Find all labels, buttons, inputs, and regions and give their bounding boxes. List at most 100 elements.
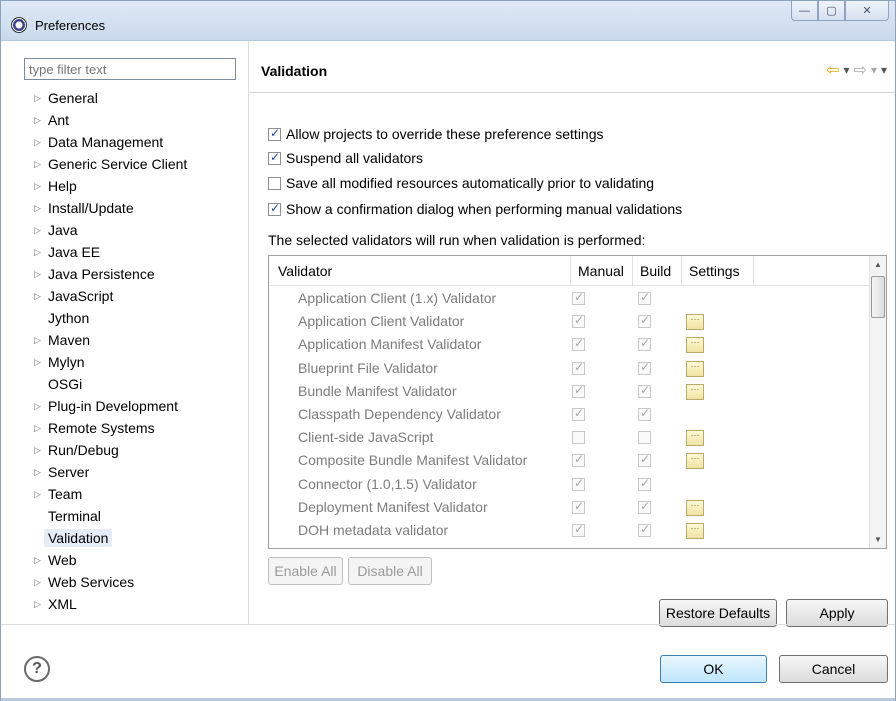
build-checkbox[interactable] bbox=[638, 336, 651, 352]
expand-arrow-icon[interactable]: ▷ bbox=[34, 445, 48, 456]
back-menu-chevron-down-icon[interactable]: ▾ bbox=[844, 63, 850, 77]
close-button[interactable]: ✕ bbox=[845, 1, 889, 21]
tree-item-remote-systems[interactable]: ▷ Remote Systems bbox=[34, 417, 246, 439]
build-checkbox[interactable] bbox=[638, 476, 651, 491]
column-header-build[interactable]: Build bbox=[640, 263, 671, 279]
expand-arrow-icon[interactable]: ▷ bbox=[34, 291, 48, 302]
table-row[interactable]: Application Client Validator ··· bbox=[269, 310, 871, 333]
build-checkbox[interactable] bbox=[638, 522, 651, 537]
expand-arrow-icon[interactable]: ▷ bbox=[34, 423, 48, 434]
expand-arrow-icon[interactable]: ▷ bbox=[34, 203, 48, 214]
restore-defaults-button[interactable]: Restore Defaults bbox=[659, 599, 777, 627]
filter-input[interactable] bbox=[24, 58, 236, 80]
tree-item-java-persistence[interactable]: ▷ Java Persistence bbox=[34, 263, 246, 285]
tree-item-team[interactable]: ▷ Team bbox=[34, 483, 246, 505]
option-checkbox[interactable] bbox=[268, 126, 281, 141]
manual-checkbox[interactable] bbox=[572, 476, 585, 491]
minimize-button[interactable]: — bbox=[791, 1, 818, 21]
settings-button[interactable]: ··· bbox=[686, 314, 704, 331]
build-checkbox[interactable] bbox=[638, 499, 651, 514]
expand-arrow-icon[interactable]: ▷ bbox=[34, 247, 48, 258]
expand-arrow-icon[interactable]: ▷ bbox=[34, 577, 48, 588]
back-arrow-icon[interactable]: ⇦ bbox=[826, 60, 839, 80]
expand-arrow-icon[interactable]: ▷ bbox=[34, 335, 48, 346]
tree-item-data-management[interactable]: ▷ Data Management bbox=[34, 131, 246, 153]
disable-all-button[interactable]: Disable All bbox=[348, 557, 432, 585]
table-row[interactable]: Composite Bundle Manifest Validator ··· bbox=[269, 449, 871, 472]
tree-item-run-debug[interactable]: ▷ Run/Debug bbox=[34, 439, 246, 461]
expand-arrow-icon[interactable]: ▷ bbox=[34, 555, 48, 566]
scroll-up-icon[interactable]: ▲ bbox=[870, 256, 886, 273]
tree-item-help[interactable]: ▷ Help bbox=[34, 175, 246, 197]
table-row[interactable]: Client-side JavaScript ··· bbox=[269, 426, 871, 449]
manual-checkbox[interactable] bbox=[572, 383, 585, 398]
option-3[interactable]: Save all modified resources automaticall… bbox=[268, 175, 654, 191]
settings-button[interactable]: ··· bbox=[686, 337, 704, 354]
expand-arrow-icon[interactable]: ▷ bbox=[34, 401, 48, 412]
tree-item-install-update[interactable]: ▷ Install/Update bbox=[34, 197, 246, 219]
scroll-thumb[interactable] bbox=[871, 276, 885, 318]
settings-button[interactable]: ··· bbox=[686, 522, 704, 539]
table-row[interactable]: Classpath Dependency Validator bbox=[269, 403, 871, 426]
expand-arrow-icon[interactable]: ▷ bbox=[34, 115, 48, 126]
column-header-settings[interactable]: Settings bbox=[689, 263, 740, 279]
manual-checkbox[interactable] bbox=[572, 336, 585, 352]
maximize-button[interactable]: ▢ bbox=[818, 1, 845, 21]
tree-item-ant[interactable]: ▷ Ant bbox=[34, 109, 246, 131]
tree-item-server[interactable]: ▷ Server bbox=[34, 461, 246, 483]
tree-item-validation[interactable]: Validation bbox=[34, 527, 246, 549]
manual-checkbox[interactable] bbox=[572, 313, 585, 329]
manual-checkbox[interactable] bbox=[572, 431, 585, 445]
expand-arrow-icon[interactable]: ▷ bbox=[34, 181, 48, 192]
tree-item-java-ee[interactable]: ▷ Java EE bbox=[34, 241, 246, 263]
option-checkbox[interactable] bbox=[268, 176, 281, 190]
expand-arrow-icon[interactable]: ▷ bbox=[34, 357, 48, 368]
cancel-button[interactable]: Cancel bbox=[779, 655, 888, 683]
build-checkbox[interactable] bbox=[638, 431, 651, 445]
tree-item-xml[interactable]: ▷ XML bbox=[34, 593, 246, 615]
option-4[interactable]: Show a confirmation dialog when performi… bbox=[268, 201, 682, 217]
help-icon[interactable]: ? bbox=[24, 656, 50, 682]
ok-button[interactable]: OK bbox=[660, 655, 767, 683]
build-checkbox[interactable] bbox=[638, 360, 651, 375]
table-row[interactable]: Blueprint File Validator ··· bbox=[269, 357, 871, 380]
tree-item-terminal[interactable]: Terminal bbox=[34, 505, 246, 527]
settings-button[interactable]: ··· bbox=[686, 383, 704, 400]
column-header-manual[interactable]: Manual bbox=[578, 263, 624, 279]
manual-checkbox[interactable] bbox=[572, 452, 585, 468]
table-scrollbar[interactable]: ▲ ▼ bbox=[869, 256, 886, 548]
option-checkbox[interactable] bbox=[268, 150, 281, 165]
table-row[interactable]: Application Client (1.x) Validator bbox=[269, 287, 871, 310]
manual-checkbox[interactable] bbox=[572, 290, 585, 305]
tree-item-jython[interactable]: Jython bbox=[34, 307, 246, 329]
build-checkbox[interactable] bbox=[638, 452, 651, 468]
table-row[interactable]: Connector (1.0,1.5) Validator bbox=[269, 473, 871, 496]
view-menu-chevron-down-icon[interactable]: ▾ bbox=[881, 63, 887, 77]
option-2[interactable]: Suspend all validators bbox=[268, 150, 423, 166]
settings-button[interactable]: ··· bbox=[686, 360, 704, 377]
tree-item-generic-service-client[interactable]: ▷ Generic Service Client bbox=[34, 153, 246, 175]
apply-button[interactable]: Apply bbox=[786, 599, 888, 627]
manual-checkbox[interactable] bbox=[572, 522, 585, 537]
table-row[interactable]: DOH metadata validator ··· bbox=[269, 519, 871, 542]
settings-button[interactable]: ··· bbox=[686, 453, 704, 470]
tree-item-web-services[interactable]: ▷ Web Services bbox=[34, 571, 246, 593]
forward-arrow-icon[interactable]: ⇨ bbox=[854, 60, 867, 80]
expand-arrow-icon[interactable]: ▷ bbox=[34, 269, 48, 280]
tree-item-java[interactable]: ▷ Java bbox=[34, 219, 246, 241]
tree-item-mylyn[interactable]: ▷ Mylyn bbox=[34, 351, 246, 373]
settings-button[interactable]: ··· bbox=[686, 499, 704, 516]
tree-item-web[interactable]: ▷ Web bbox=[34, 549, 246, 571]
expand-arrow-icon[interactable]: ▷ bbox=[34, 225, 48, 236]
build-checkbox[interactable] bbox=[638, 313, 651, 329]
build-checkbox[interactable] bbox=[638, 383, 651, 398]
scroll-down-icon[interactable]: ▼ bbox=[870, 531, 886, 548]
tree-item-osgi[interactable]: OSGi bbox=[34, 373, 246, 395]
table-row[interactable]: Deployment Manifest Validator ··· bbox=[269, 496, 871, 519]
tree-item-maven[interactable]: ▷ Maven bbox=[34, 329, 246, 351]
expand-arrow-icon[interactable]: ▷ bbox=[34, 599, 48, 610]
column-header-validator[interactable]: Validator bbox=[278, 263, 332, 279]
manual-checkbox[interactable] bbox=[572, 360, 585, 375]
build-checkbox[interactable] bbox=[638, 406, 651, 421]
expand-arrow-icon[interactable]: ▷ bbox=[34, 489, 48, 500]
